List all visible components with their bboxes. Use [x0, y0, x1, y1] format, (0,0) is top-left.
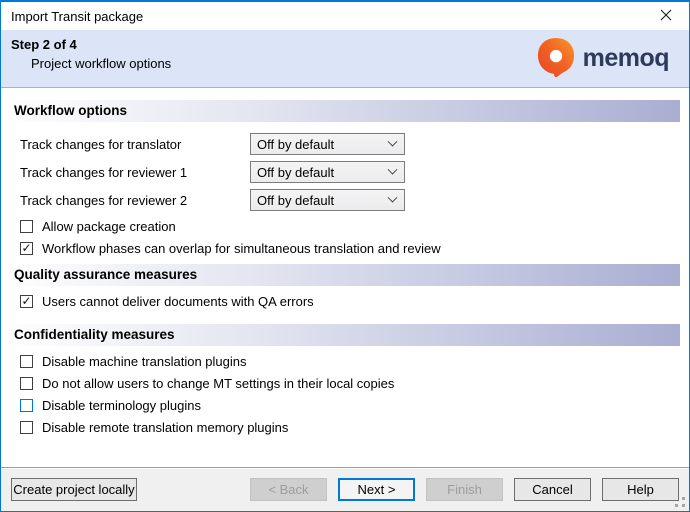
import-transit-package-dialog: Import Transit package Step 2 of 4 Proje… — [0, 0, 690, 512]
row-disable-remote-tm-plugins: Disable remote translation memory plugin… — [20, 420, 680, 434]
back-button: < Back — [250, 478, 327, 501]
track-changes-reviewer2-select[interactable]: Off by default — [250, 189, 405, 211]
create-project-locally-button[interactable]: Create project locally — [11, 478, 137, 501]
disable-mt-plugins-checkbox[interactable] — [20, 355, 33, 368]
memoq-logo: memoq — [537, 37, 669, 81]
disable-remote-tm-plugins-label[interactable]: Disable remote translation memory plugin… — [42, 420, 288, 435]
cancel-button[interactable]: Cancel — [514, 478, 591, 501]
dialog-footer: Create project locally < Back Next > Fin… — [1, 467, 689, 511]
row-disable-mt-plugins: Disable machine translation plugins — [20, 354, 680, 368]
track-changes-reviewer2-label: Track changes for reviewer 2 — [20, 193, 250, 208]
window-title: Import Transit package — [11, 9, 143, 24]
qa-errors-label[interactable]: Users cannot deliver documents with QA e… — [42, 294, 314, 309]
workflow-phases-overlap-label[interactable]: Workflow phases can overlap for simultan… — [42, 241, 441, 256]
dialog-content: Workflow options Track changes for trans… — [1, 88, 689, 467]
row-workflow-phases-overlap: Workflow phases can overlap for simultan… — [20, 241, 680, 255]
allow-package-creation-label[interactable]: Allow package creation — [42, 219, 176, 234]
wizard-header: Step 2 of 4 Project workflow options m — [1, 30, 689, 88]
allow-package-creation-checkbox[interactable] — [20, 220, 33, 233]
finish-button: Finish — [426, 478, 503, 501]
title-bar[interactable]: Import Transit package — [1, 2, 689, 30]
disable-terminology-plugins-label[interactable]: Disable terminology plugins — [42, 398, 201, 413]
no-mt-settings-change-checkbox[interactable] — [20, 377, 33, 390]
section-confidentiality: Confidentiality measures — [10, 324, 680, 346]
row-track-changes-translator: Track changes for translator Off by defa… — [20, 133, 680, 155]
resize-grip[interactable] — [675, 497, 685, 507]
track-changes-translator-label: Track changes for translator — [20, 137, 250, 152]
row-track-changes-reviewer2: Track changes for reviewer 2 Off by defa… — [20, 189, 680, 211]
track-changes-translator-select[interactable]: Off by default — [250, 133, 405, 155]
chevron-down-icon — [388, 164, 398, 174]
qa-errors-checkbox[interactable] — [20, 295, 33, 308]
disable-terminology-plugins-checkbox[interactable] — [20, 399, 33, 412]
row-track-changes-reviewer1: Track changes for reviewer 1 Off by defa… — [20, 161, 680, 183]
disable-mt-plugins-label[interactable]: Disable machine translation plugins — [42, 354, 247, 369]
disable-remote-tm-plugins-checkbox[interactable] — [20, 421, 33, 434]
wizard-buttons: < Back Next > Finish Cancel Help — [250, 478, 679, 501]
help-button[interactable]: Help — [602, 478, 679, 501]
close-button[interactable] — [651, 5, 681, 27]
no-mt-settings-change-label[interactable]: Do not allow users to change MT settings… — [42, 376, 394, 391]
track-changes-reviewer1-select[interactable]: Off by default — [250, 161, 405, 183]
row-qa-errors: Users cannot deliver documents with QA e… — [20, 294, 680, 308]
selected-value: Off by default — [257, 137, 389, 152]
selected-value: Off by default — [257, 165, 389, 180]
close-icon — [660, 9, 672, 24]
section-workflow-options: Workflow options — [10, 100, 680, 122]
memoq-q-icon — [537, 37, 575, 81]
section-quality-assurance: Quality assurance measures — [10, 264, 680, 286]
row-allow-package-creation: Allow package creation — [20, 219, 680, 233]
row-no-mt-settings-change: Do not allow users to change MT settings… — [20, 376, 680, 390]
chevron-down-icon — [388, 136, 398, 146]
chevron-down-icon — [388, 192, 398, 202]
track-changes-reviewer1-label: Track changes for reviewer 1 — [20, 165, 250, 180]
memoq-wordmark: memoq — [583, 44, 669, 73]
next-button[interactable]: Next > — [338, 478, 415, 501]
selected-value: Off by default — [257, 193, 389, 208]
row-disable-terminology-plugins: Disable terminology plugins — [20, 398, 680, 412]
workflow-phases-overlap-checkbox[interactable] — [20, 242, 33, 255]
